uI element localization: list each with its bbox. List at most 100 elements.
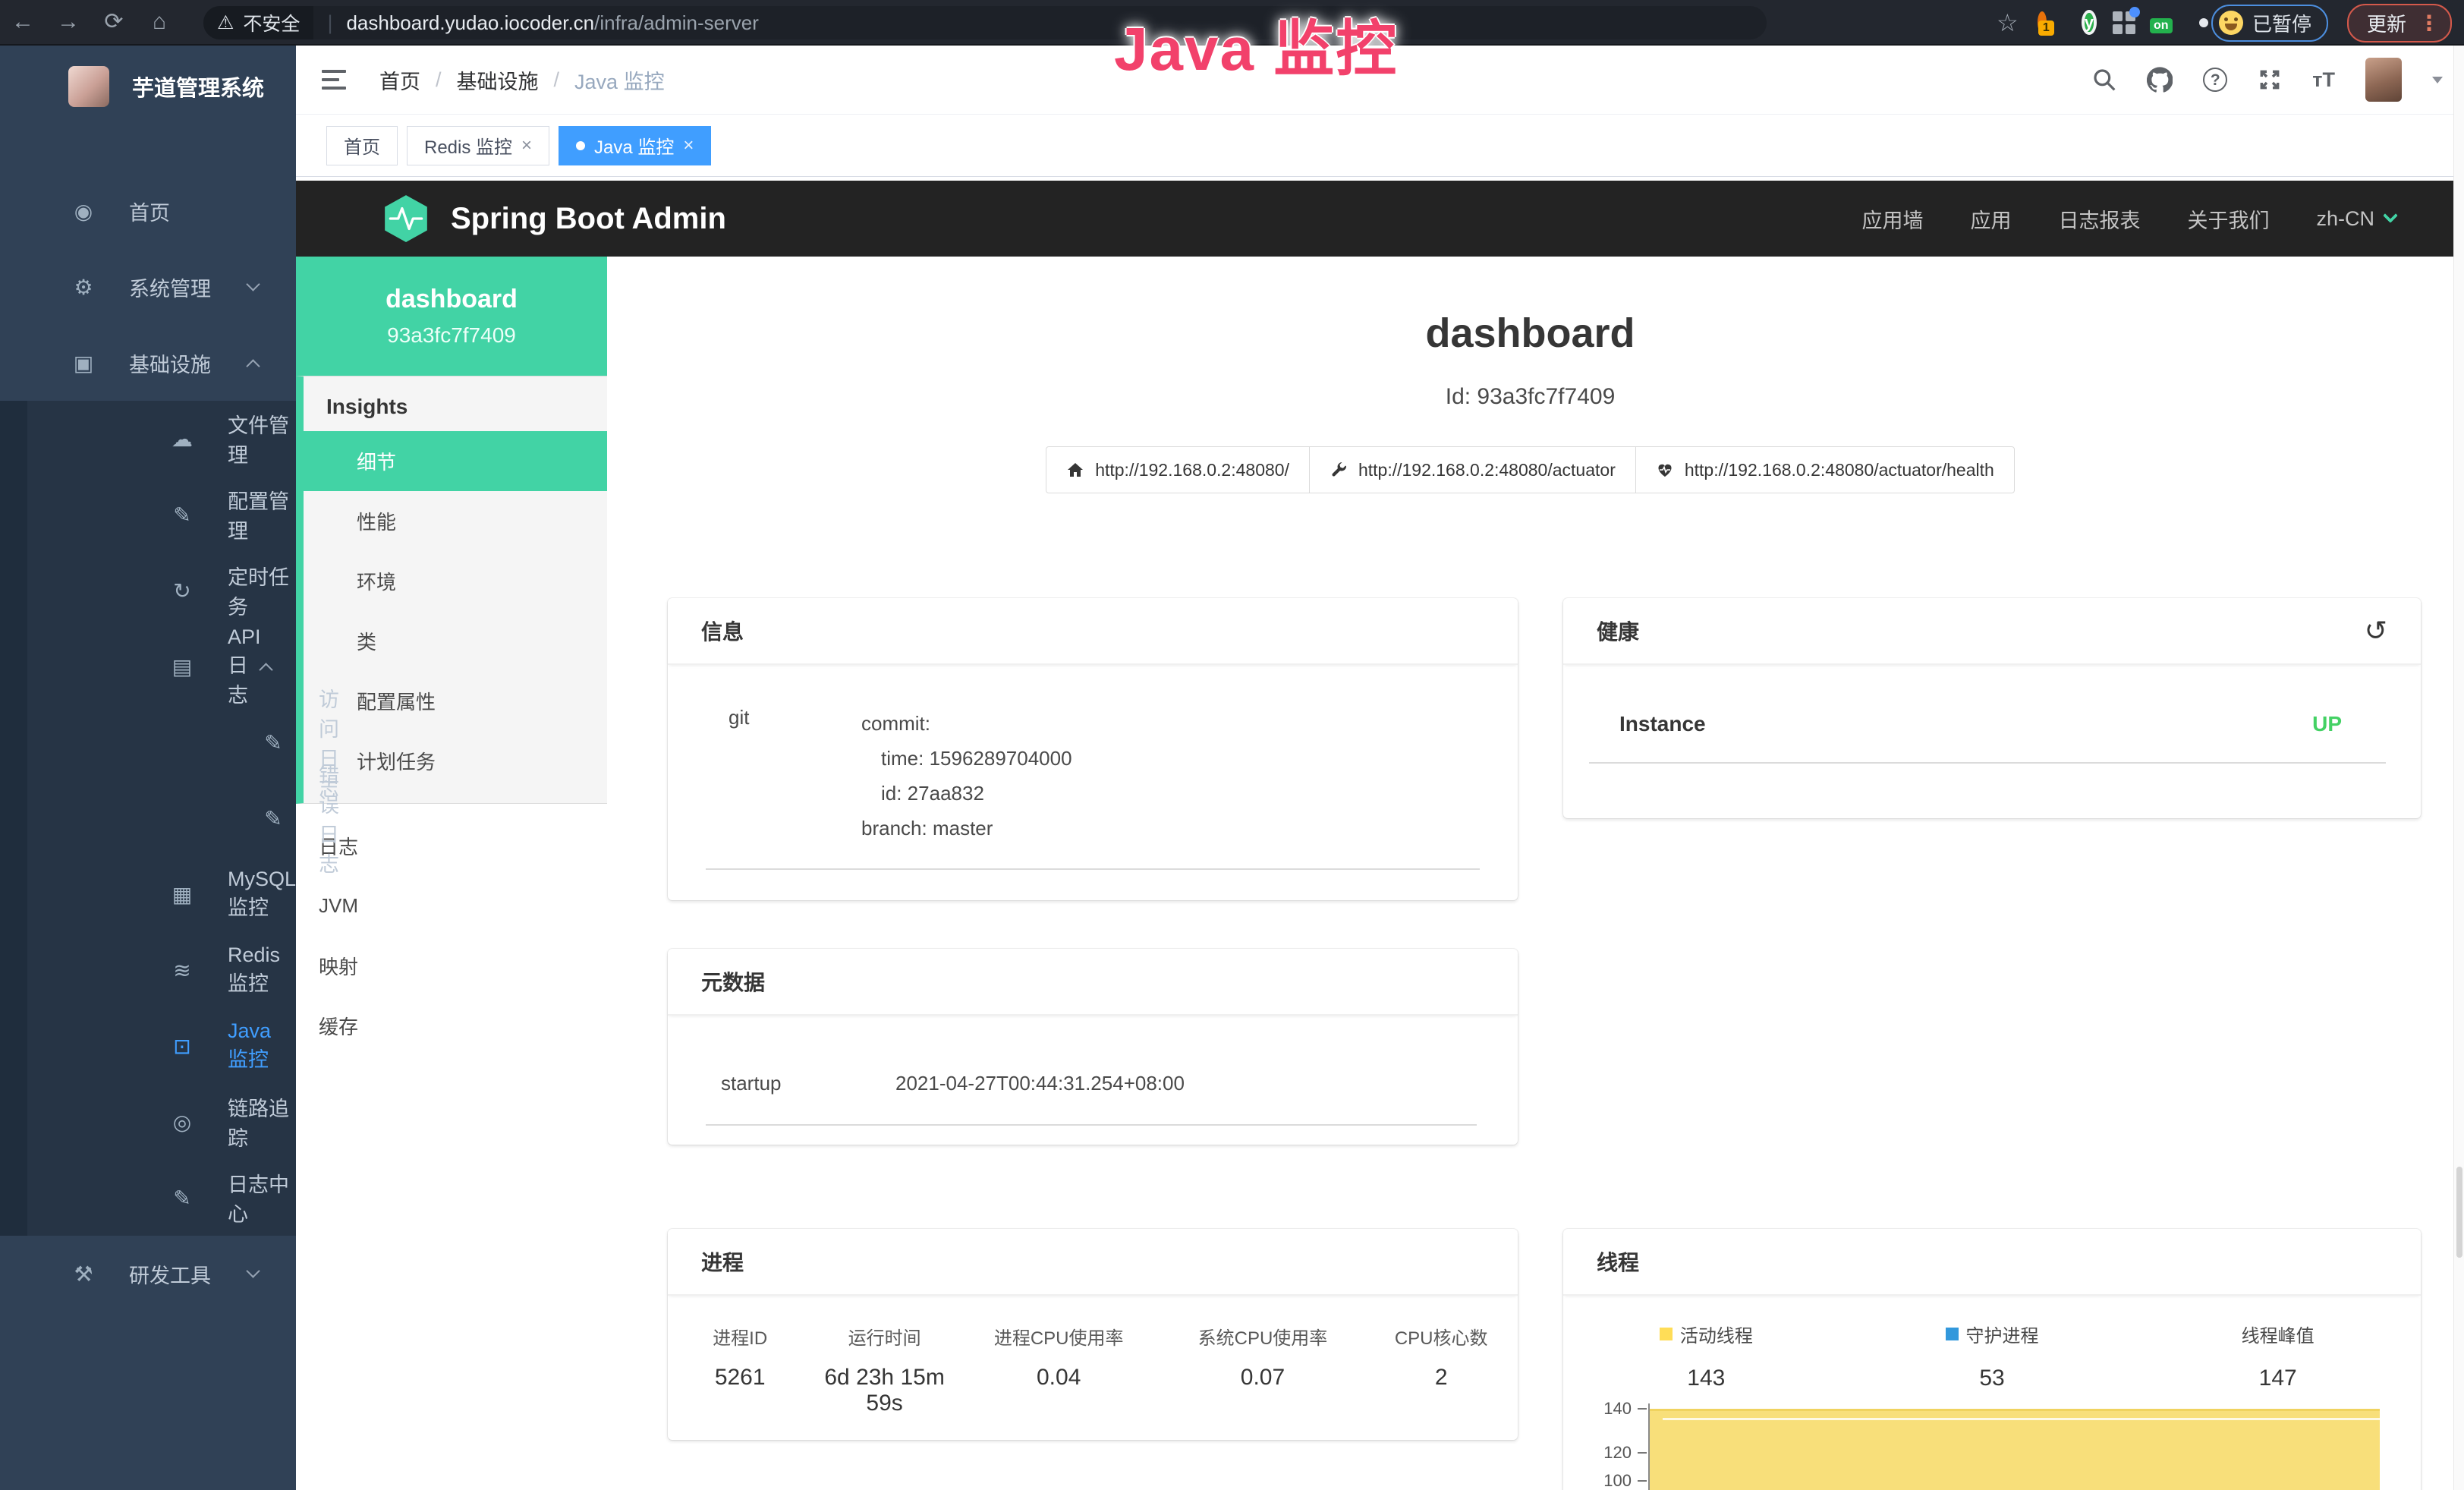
sidebar-item-api-log[interactable]: ▤API 日志 <box>0 628 296 704</box>
tabs-bar: 首页 Redis 监控× Java 监控× <box>296 114 2464 177</box>
sidebar-item-system[interactable]: ⚙系统管理 <box>0 249 296 325</box>
nav-about[interactable]: 关于我们 <box>2187 204 2269 234</box>
extension-grid-icon[interactable] <box>2113 11 2135 34</box>
extension-orange-icon[interactable]: 1 <box>2038 16 2047 30</box>
help-icon[interactable]: ? <box>2203 68 2227 92</box>
warning-icon: ⚠ <box>217 11 234 34</box>
sba-menu-flat: 日志 JVM 映射 缓存 <box>296 804 607 1056</box>
tab-java-monitor[interactable]: Java 监控× <box>559 126 711 165</box>
fullscreen-icon[interactable] <box>2258 68 2282 92</box>
caret-down-icon[interactable] <box>2432 77 2443 83</box>
breadcrumb-infra[interactable]: 基础设施 <box>457 65 539 95</box>
address-bar[interactable]: ⚠ 不安全 | dashboard.yudao.iocoder.cn/infra… <box>203 6 1767 39</box>
spring-boot-admin-logo[interactable] <box>381 194 431 244</box>
sidebar-item-error-log[interactable]: ✎错误日志 <box>0 780 296 856</box>
system-cpu: 0.07 <box>1161 1365 1365 1416</box>
nav-journal[interactable]: 日志报表 <box>2058 204 2140 234</box>
menu-item-classes[interactable]: 类 <box>304 611 607 671</box>
chevron-up-icon <box>259 663 272 676</box>
hamburger-icon[interactable] <box>322 65 346 95</box>
home-nav-icon[interactable]: ⌂ <box>137 0 182 44</box>
edit-square-icon: ✎ <box>260 730 287 755</box>
url-host: dashboard.yudao.iocoder.cn <box>346 11 594 34</box>
sidebar-item-scheduled-tasks[interactable]: ↻定时任务 <box>0 553 296 628</box>
github-icon[interactable] <box>2147 67 2173 93</box>
threads-chart: 140 120 100 <box>1563 1391 2421 1490</box>
chrome-menu-icon[interactable]: ⋮ <box>2418 11 2440 36</box>
forward-icon[interactable]: → <box>46 0 91 44</box>
menu-item-caches[interactable]: 缓存 <box>296 996 607 1056</box>
menu-item-config-props[interactable]: 配置属性 <box>304 671 607 731</box>
sidebar-item-access-log[interactable]: ✎访问日志 <box>0 704 296 780</box>
infra-submenu: ☁文件管理 ✎配置管理 ↻定时任务 ▤API 日志 ✎访问日志 ✎错误日志 ▦M… <box>0 401 296 1236</box>
health-url-button[interactable]: http://192.168.0.2:48080/actuator/health <box>1635 446 2015 493</box>
reload-icon[interactable]: ⟳ <box>91 0 137 44</box>
sidebar-item-tracing[interactable]: ◎链路追踪 <box>0 1084 296 1160</box>
sba-nav-links: 应用墙 应用 日志报表 关于我们 zh-CN <box>1861 204 2396 234</box>
sidebar-item-redis-monitor[interactable]: ≋Redis 监控 <box>0 932 296 1008</box>
breadcrumb: 首页 / 基础设施 / Java 监控 <box>379 65 665 95</box>
breadcrumb-home[interactable]: 首页 <box>379 65 420 95</box>
chevron-down-icon <box>246 277 260 291</box>
menu-item-jvm[interactable]: JVM <box>296 876 607 936</box>
app-sidebar: 芋道管理系统 ◉首页 ⚙系统管理 ▣基础设施 ☁文件管理 ✎配置管理 ↻定时任务… <box>0 46 296 1490</box>
font-size-icon[interactable]: тT <box>2312 68 2335 92</box>
instance-header[interactable]: dashboard 93a3fc7f7409 <box>296 257 607 376</box>
info-key: git <box>729 706 861 846</box>
process-id: 5261 <box>668 1365 812 1416</box>
update-button[interactable]: 更新 ⋮ <box>2347 4 2452 43</box>
sidebar-item-home[interactable]: ◉首页 <box>0 173 296 249</box>
locale-selector[interactable]: zh-CN <box>2316 207 2396 231</box>
profile-paused-chip[interactable]: 已暂停 <box>2211 5 2328 42</box>
tab-redis-monitor[interactable]: Redis 监控× <box>407 126 549 165</box>
menu-item-logs[interactable]: 日志 <box>296 816 607 876</box>
nav-applications[interactable]: 应用 <box>1970 204 2011 234</box>
instance-name: dashboard <box>385 285 518 314</box>
extension-y-icon[interactable]: y <box>2085 11 2094 35</box>
sidebar-item-java-monitor[interactable]: ⊡Java 监控 <box>0 1008 296 1084</box>
gear-icon: ⚙ <box>70 275 97 300</box>
back-icon[interactable]: ← <box>0 0 46 44</box>
sidebar-item-infra[interactable]: ▣基础设施 <box>0 325 296 401</box>
y-axis <box>1648 1403 1650 1490</box>
legend-peak-threads: 线程峰值 147 <box>2135 1321 2421 1391</box>
close-icon[interactable]: × <box>521 137 532 155</box>
process-table-values: 5261 6d 23h 15m 59s 0.04 0.07 2 <box>668 1350 1518 1416</box>
app-logo-image <box>68 66 109 107</box>
edit-square-icon: ✎ <box>260 806 287 831</box>
sidebar-item-log-center[interactable]: ✎日志中心 <box>0 1160 296 1236</box>
menu-item-mappings[interactable]: 映射 <box>296 936 607 996</box>
scrollbar[interactable] <box>2453 46 2464 1490</box>
sidebar-item-file-manage[interactable]: ☁文件管理 <box>0 401 296 477</box>
user-avatar[interactable] <box>2365 58 2402 102</box>
instance-url-button[interactable]: http://192.168.0.2:48080/ <box>1046 446 1310 493</box>
sidebar-item-dev-tools[interactable]: ⚒研发工具 <box>0 1236 296 1312</box>
legend-live-threads: 活动线程 143 <box>1563 1321 1849 1391</box>
bookmark-star-icon[interactable]: ☆ <box>1997 8 2019 37</box>
nav-application-wall[interactable]: 应用墙 <box>1861 204 1923 234</box>
history-icon[interactable]: ↺ <box>2365 617 2387 644</box>
tab-home[interactable]: 首页 <box>326 126 398 165</box>
url-path: /infra/admin-server <box>594 11 759 34</box>
active-dot <box>576 141 585 150</box>
scrollbar-thumb[interactable] <box>2456 1167 2462 1258</box>
menu-item-environment[interactable]: 环境 <box>304 551 607 611</box>
sidebar-item-mysql-monitor[interactable]: ▦MySQL 监控 <box>0 856 296 932</box>
chevron-up-icon <box>246 359 260 373</box>
process-card-title: 进程 <box>668 1229 1518 1296</box>
close-icon[interactable]: × <box>683 137 694 155</box>
sba-sidebar: dashboard 93a3fc7f7409 Insights 细节 性能 环境… <box>296 257 607 1490</box>
sidebar-item-config-manage[interactable]: ✎配置管理 <box>0 477 296 553</box>
app-logo-row[interactable]: 芋道管理系统 <box>0 46 296 128</box>
metadata-card: 元数据 startup 2021-04-27T00:44:31.254+08:0… <box>668 949 1518 1145</box>
actuator-url-button[interactable]: http://192.168.0.2:48080/actuator <box>1309 446 1636 493</box>
menu-item-scheduled[interactable]: 计划任务 <box>304 731 607 791</box>
menu-item-details[interactable]: 细节 <box>296 431 607 491</box>
database-icon: ▦ <box>168 882 196 907</box>
security-chip[interactable]: ⚠ 不安全 <box>203 6 313 39</box>
search-icon[interactable] <box>2092 68 2116 92</box>
sba-brand[interactable]: Spring Boot Admin <box>451 202 726 236</box>
row-divider <box>706 868 1480 870</box>
y-tick-140: 140 <box>1584 1397 1632 1420</box>
menu-item-metrics[interactable]: 性能 <box>304 491 607 551</box>
